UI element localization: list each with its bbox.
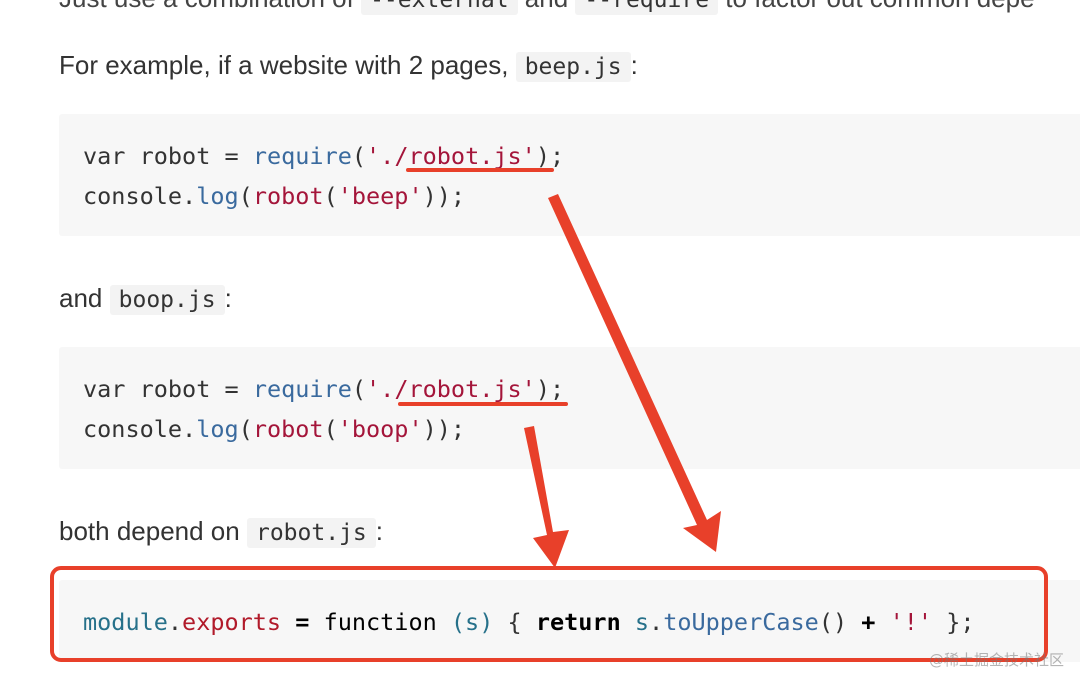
code-identifier: s (634, 608, 650, 636)
code-method: log (196, 415, 239, 443)
and-paragraph: and boop.js: (59, 281, 232, 317)
depend-text: both depend on (59, 516, 240, 546)
code-keyword-function: function (323, 608, 437, 636)
code-paren: )); (422, 182, 466, 210)
code-block-beep: var robot = require('./robot.js'); conso… (59, 114, 1080, 236)
watermark: @稀土掘金技术社区 (928, 651, 1064, 669)
example-colon: : (630, 50, 638, 80)
code-identifier: robot (139, 142, 211, 170)
code-string-path: './robot.js' (366, 375, 536, 403)
code-params: (s) (450, 608, 494, 636)
code-brace: { (507, 608, 522, 636)
code-line: console.log(robot('boop')); (83, 413, 465, 445)
code-paren: ( (323, 182, 338, 210)
code-string: 'boop' (337, 415, 423, 443)
code-operator-plus: + (861, 608, 876, 636)
cut-text-mid: and (525, 0, 568, 13)
code-string: 'beep' (337, 182, 423, 210)
code-dot: . (649, 608, 664, 636)
code-operator: = (295, 608, 310, 636)
code-identifier: console (83, 415, 183, 443)
code-identifier: robot (139, 375, 211, 403)
code-require-fn: require (252, 142, 352, 170)
code-paren: ( (351, 375, 367, 403)
code-string: '!' (889, 608, 933, 636)
code-exports: exports (182, 608, 282, 636)
code-keyword-var: var (83, 375, 126, 403)
code-paren: ); (535, 142, 565, 170)
code-dot: . (167, 608, 183, 636)
code-string-path: './robot.js' (366, 142, 536, 170)
code-paren: ( (238, 415, 253, 443)
code-callee: robot (252, 182, 324, 210)
code-line: var robot = require('./robot.js'); (83, 373, 564, 405)
and-text: and (59, 283, 103, 313)
example-paragraph: For example, if a website with 2 pages, … (59, 48, 638, 84)
code-keyword-var: var (83, 142, 126, 170)
code-call-parens: () (818, 608, 848, 636)
code-method: toUpperCase (663, 608, 819, 636)
code-paren: ( (238, 182, 253, 210)
code-brace: }; (946, 608, 975, 636)
code-operator: = (224, 375, 239, 403)
code-paren: ( (351, 142, 367, 170)
code-module: module (83, 608, 168, 636)
inline-code-boop: boop.js (109, 285, 225, 315)
code-paren: )); (422, 415, 466, 443)
code-callee: robot (252, 415, 324, 443)
code-block-boop: var robot = require('./robot.js'); conso… (59, 347, 1080, 469)
depend-colon: : (375, 516, 383, 546)
code-dot: . (182, 182, 197, 210)
code-block-robot: module.exports = function (s) { return s… (59, 580, 1080, 662)
code-line: module.exports = function (s) { return s… (83, 606, 975, 638)
cut-inline-code-external: --external (361, 0, 518, 15)
cut-inline-code-require: --require (575, 0, 719, 15)
code-line: console.log(robot('beep')); (83, 180, 465, 212)
code-method: log (196, 182, 239, 210)
code-operator: = (224, 142, 239, 170)
and-colon: : (224, 283, 232, 313)
inline-code-robot: robot.js (246, 518, 376, 548)
code-dot: . (182, 415, 197, 443)
example-text: For example, if a website with 2 pages, (59, 50, 509, 80)
code-identifier: console (83, 182, 183, 210)
code-keyword-return: return (535, 608, 621, 636)
code-line: var robot = require('./robot.js'); (83, 140, 564, 172)
cut-text-a: Just use a combination of (59, 0, 354, 13)
depend-paragraph: both depend on robot.js: (59, 514, 383, 550)
code-paren: ); (535, 375, 565, 403)
code-require-fn: require (252, 375, 352, 403)
cut-off-paragraph: Just use a combination of --external and… (59, 0, 1035, 17)
code-paren: ( (323, 415, 338, 443)
cut-text-after: to factor out common depe (725, 0, 1034, 13)
document-page: Just use a combination of --external and… (0, 0, 1080, 684)
inline-code-beep: beep.js (515, 52, 631, 82)
